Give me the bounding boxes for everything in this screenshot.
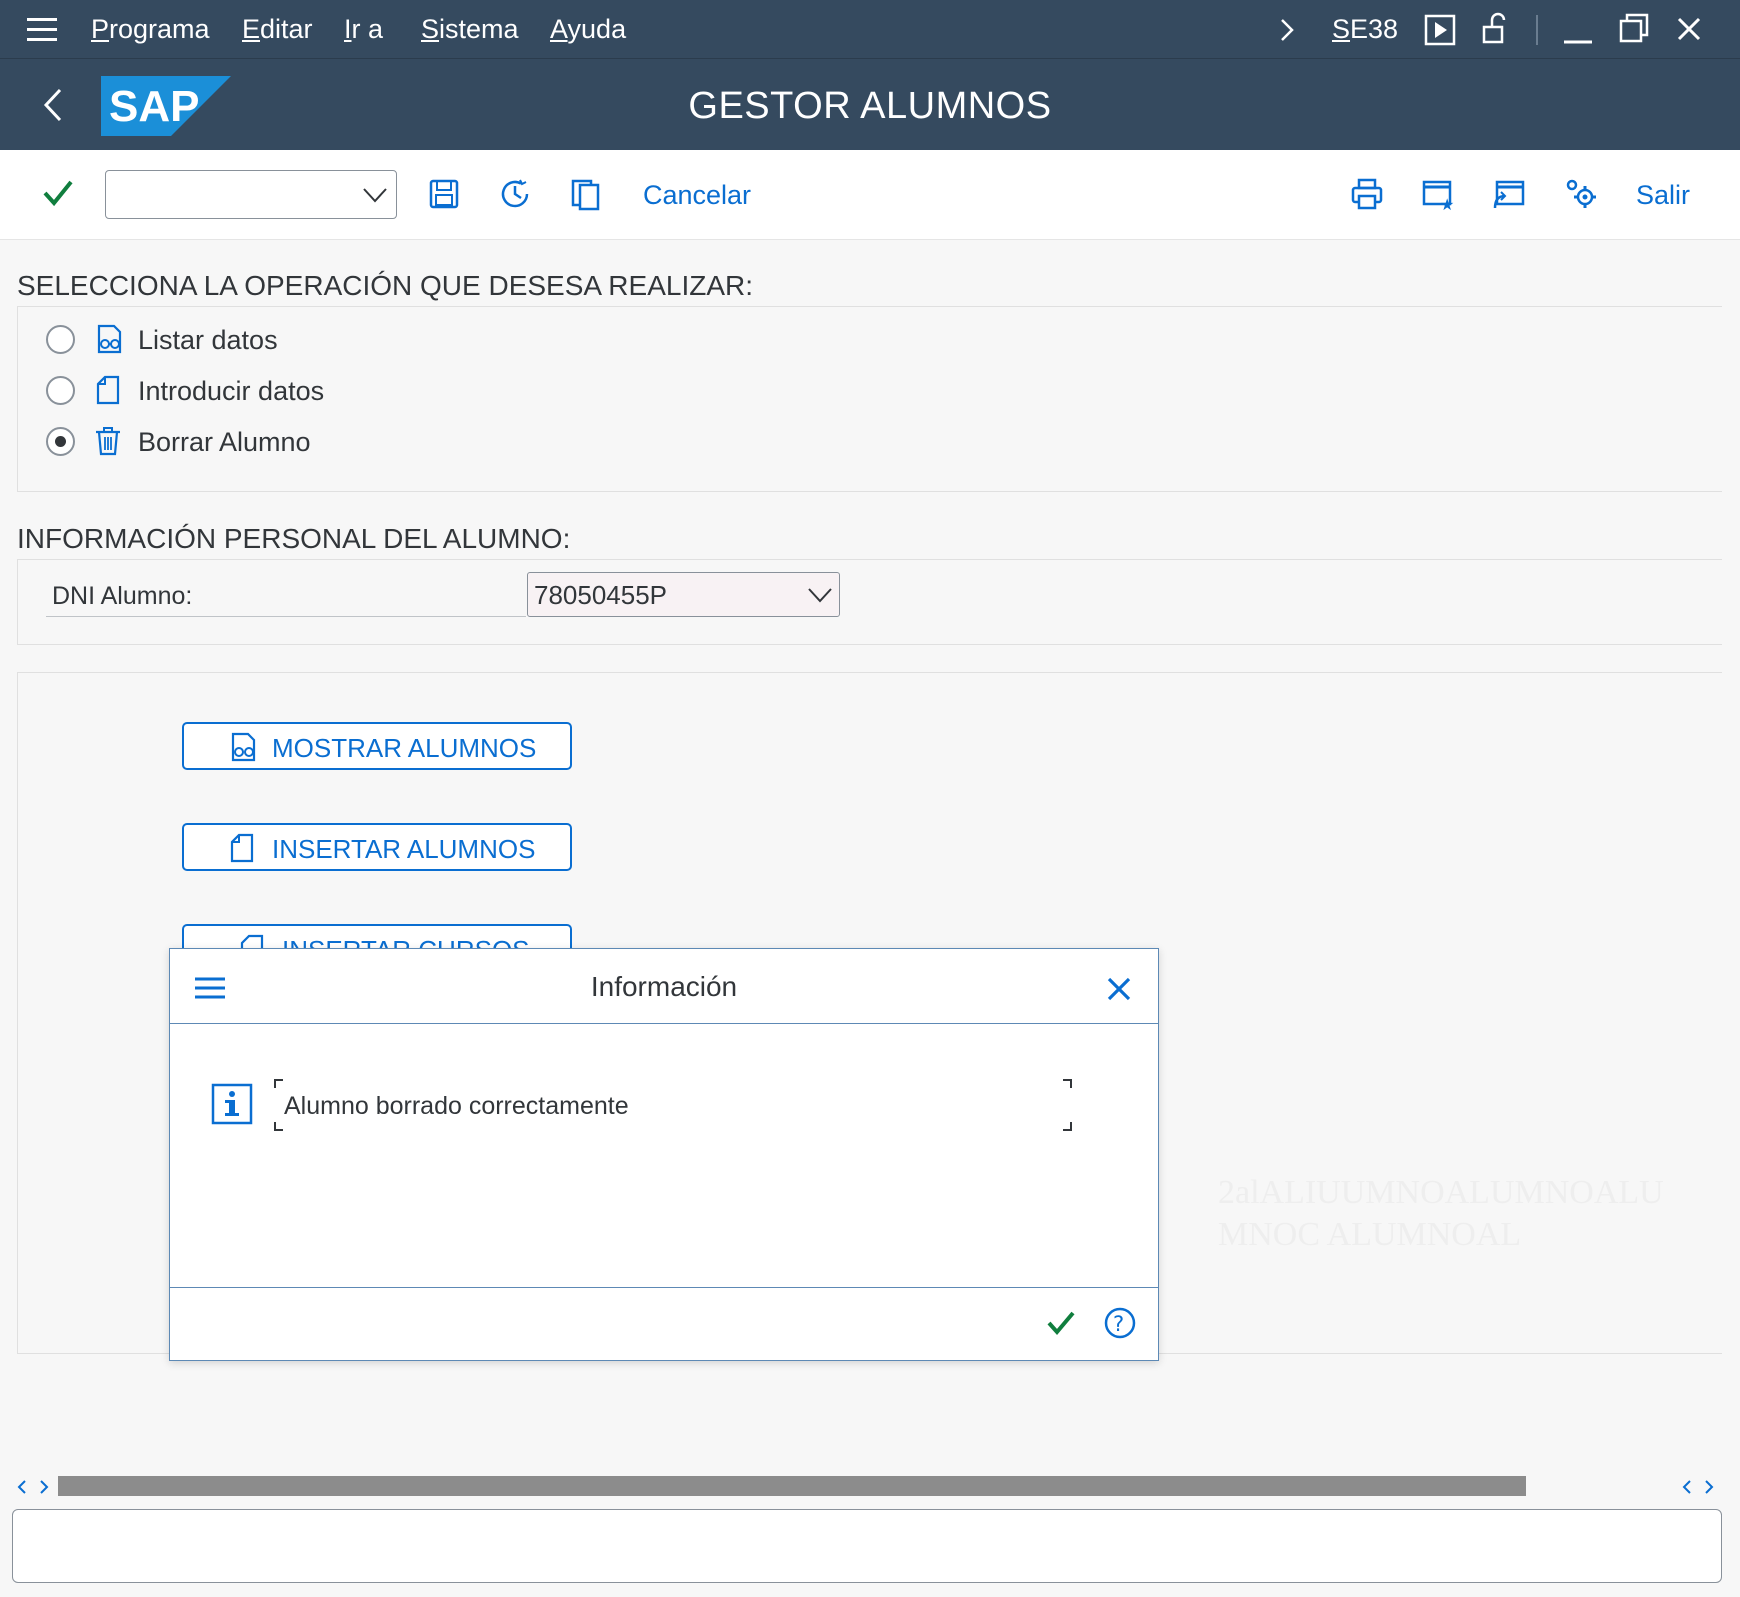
scroll-left-right-icon[interactable] — [1681, 1479, 1715, 1495]
command-field[interactable] — [105, 170, 397, 219]
personal-group: DNI Alumno: 78050455P — [17, 559, 1722, 645]
horizontal-scrollbar[interactable] — [0, 1474, 1740, 1498]
background-text: 2alALIUUMNOALUMNOALU MNOC ALUMNOAL — [1218, 1172, 1664, 1256]
toolbar: Cancelar ★ Salir — [0, 150, 1740, 240]
chevron-right-icon[interactable] — [1278, 17, 1296, 43]
dni-value: 78050455P — [534, 580, 668, 610]
button-label: INSERTAR ALUMNOS — [272, 834, 536, 864]
insert-students-button[interactable]: INSERTAR ALUMNOS — [182, 823, 572, 871]
radio-introducir-datos[interactable] — [46, 376, 75, 405]
title-bar: SAP GESTOR ALUMNOS — [0, 58, 1740, 150]
menu-sistema[interactable]: Sistema — [421, 14, 519, 44]
message-field: Alumno borrado correctamente — [274, 1079, 1072, 1131]
back-history-icon[interactable] — [497, 176, 533, 212]
insert-courses-button[interactable]: INSERTAR CURSOS — [182, 924, 572, 948]
play-icon[interactable] — [1424, 14, 1456, 46]
info-dialog: Información Alumno borrado correctamente… — [169, 948, 1159, 1361]
radio-listar-datos[interactable] — [46, 325, 75, 354]
settings-gear-icon[interactable] — [1563, 176, 1599, 212]
hamburger-menu-icon[interactable] — [27, 18, 57, 42]
svg-text:?: ? — [1113, 1312, 1124, 1336]
restore-icon[interactable] — [1618, 12, 1650, 44]
chevron-down-icon[interactable] — [362, 185, 388, 205]
chevron-down-icon[interactable] — [807, 585, 833, 605]
button-label: INSERTAR CURSOS — [282, 935, 530, 948]
dialog-title: Información — [590, 971, 738, 1002]
save-icon[interactable] — [426, 176, 462, 212]
option-label: Introducir datos — [138, 376, 325, 406]
new-window-icon[interactable]: ★ — [1420, 176, 1456, 212]
operation-section-title: SELECCIONA LA OPERACIÓN QUE DESESA REALI… — [17, 270, 754, 301]
dialog-footer: ? — [170, 1287, 1158, 1360]
show-students-button[interactable]: MOSTRAR ALUMNOS — [182, 722, 572, 770]
dialog-message: Alumno borrado correctamente — [284, 1092, 629, 1120]
document-icon — [240, 934, 264, 948]
dni-label: DNI Alumno: — [52, 582, 193, 610]
personal-section-title: INFORMACIÓN PERSONAL DEL ALUMNO: — [17, 523, 571, 554]
option-label: Listar datos — [138, 325, 278, 355]
menu-programa[interactable]: Programa — [91, 14, 210, 44]
transaction-code: SE38 — [1332, 14, 1399, 44]
confirm-checkmark-icon[interactable] — [1046, 1308, 1076, 1338]
generate-shortcut-icon[interactable] — [1491, 176, 1527, 212]
radio-borrar-alumno[interactable] — [46, 427, 75, 456]
enter-checkmark-icon[interactable] — [42, 178, 74, 208]
menu-bar: Programa Editar Ir a Sistema Ayuda SE38 — [0, 0, 1740, 58]
background-text-line: MNOC ALUMNOAL — [1218, 1216, 1522, 1253]
trash-icon — [96, 427, 120, 456]
copy-window-icon[interactable] — [568, 176, 604, 212]
info-icon — [211, 1083, 253, 1125]
separator — [1536, 15, 1538, 45]
dialog-header: Información — [170, 949, 1158, 1024]
background-text-line: 2alALIUUMNOALUMNOALU — [1218, 1174, 1664, 1211]
minimize-icon[interactable] — [1562, 14, 1594, 46]
main-content: SELECCIONA LA OPERACIÓN QUE DESESA REALI… — [0, 240, 1740, 1597]
button-label: MOSTRAR ALUMNOS — [272, 733, 537, 763]
unlock-icon[interactable] — [1480, 12, 1512, 46]
menu-ir-a[interactable]: Ir a — [344, 14, 383, 44]
cancel-button[interactable]: Cancelar — [643, 180, 751, 211]
svg-text:★: ★ — [1440, 195, 1454, 212]
help-icon[interactable]: ? — [1103, 1306, 1137, 1340]
exit-button[interactable]: Salir — [1636, 180, 1690, 211]
option-label: Borrar Alumno — [138, 427, 311, 457]
glasses-document-icon — [231, 732, 256, 762]
status-bar — [12, 1509, 1722, 1583]
document-icon — [96, 375, 120, 405]
dni-select[interactable]: 78050455P — [527, 572, 840, 617]
scroll-left-right-icon[interactable] — [16, 1479, 50, 1495]
page-title: GESTOR ALUMNOS — [688, 85, 1052, 127]
scrollbar-thumb[interactable] — [58, 1476, 1526, 1496]
operation-group: Listar datos Introducir datos Borrar Alu… — [17, 306, 1722, 492]
label-underline — [46, 616, 526, 617]
close-window-icon[interactable] — [1676, 16, 1702, 42]
glasses-document-icon — [97, 324, 122, 354]
print-icon[interactable] — [1349, 176, 1385, 212]
menu-ayuda[interactable]: Ayuda — [550, 14, 626, 44]
document-icon — [230, 833, 254, 863]
close-icon[interactable] — [1107, 977, 1131, 1001]
menu-editar[interactable]: Editar — [242, 14, 313, 44]
